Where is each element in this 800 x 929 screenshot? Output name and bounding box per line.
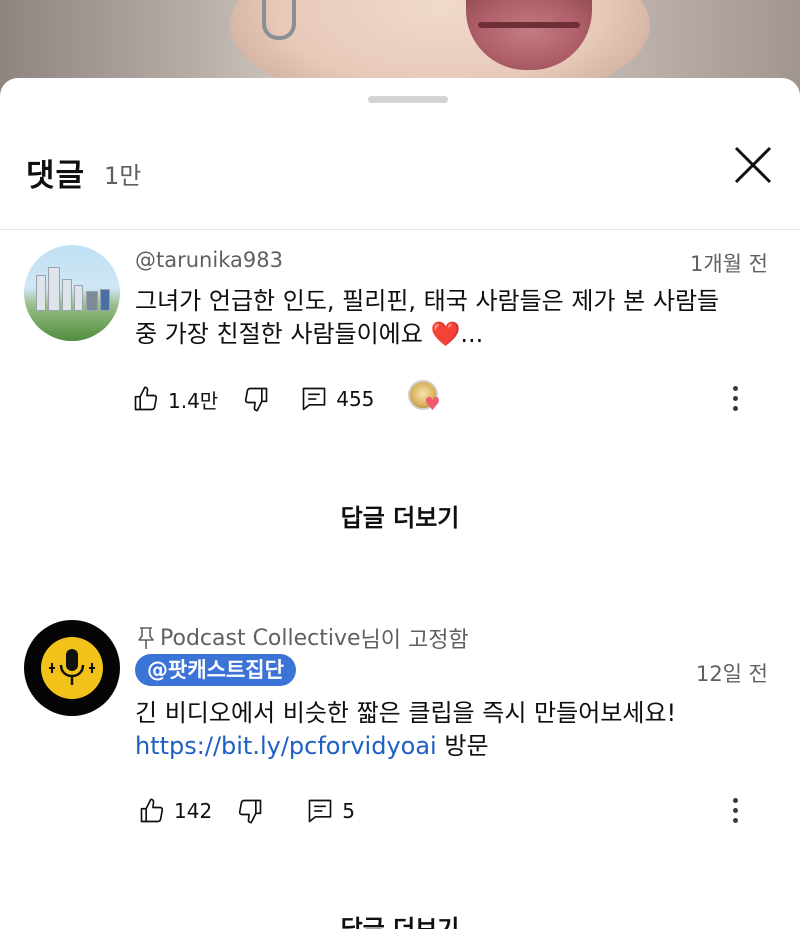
reply-button[interactable]: 455 [300, 385, 374, 413]
thumbs-down-icon [239, 799, 262, 824]
pinned-label: Podcast Collective 님이 고정함 [135, 622, 469, 654]
comment-text-line: 중 가장 친절한 사람들이에요 ❤️... [135, 320, 484, 348]
creator-heart-badge: ♥ [408, 380, 446, 418]
comment-timestamp: 12일 전 [695, 662, 768, 686]
comment-actions: 142 5 [138, 794, 355, 828]
pinned-by-suffix: 님이 고정함 [360, 628, 469, 653]
comment-text-line: 그녀가 언급한 인도, 필리핀, 태국 사람들은 제가 본 사람들 [135, 287, 720, 315]
more-options-button[interactable] [725, 379, 745, 419]
comment-text-line: https://bit.ly/pcforvidyoai 방문 [135, 732, 489, 760]
comments-sheet: 댓글 1만 @tarunika983 1개월 전 그녀가 언급한 인도, 필리핀… [0, 78, 800, 929]
like-button[interactable]: 142 [138, 797, 212, 825]
comment-author[interactable]: @tarunika983 [135, 248, 283, 272]
comment-text[interactable]: 긴 비디오에서 비슷한 짧은 클립을 즉시 만들어보세요! https://bi… [135, 697, 775, 763]
view-replies-button[interactable]: 답글 더보기 [0, 498, 800, 533]
pin-icon [138, 627, 154, 649]
heart-emoji: ❤️ [430, 320, 461, 348]
pinned-by-name: Podcast Collective [160, 625, 361, 651]
comment-text-line: 긴 비디오에서 비슷한 짧은 클립을 즉시 만들어보세요! [135, 699, 677, 727]
comments-count: 1만 [104, 162, 142, 190]
thumbs-down-icon [245, 387, 268, 412]
thumbs-up-icon [140, 798, 164, 823]
comment-text[interactable]: 그녀가 언급한 인도, 필리핀, 태국 사람들은 제가 본 사람들 중 가장 친… [135, 285, 775, 351]
creator-handle-chip[interactable]: @팟캐스트집단 [135, 654, 296, 686]
close-button[interactable] [728, 140, 778, 190]
podcast-logo [41, 637, 103, 699]
dislike-button[interactable] [236, 797, 264, 825]
close-icon [734, 146, 772, 184]
like-count: 1.4만 [168, 388, 219, 413]
thumbs-up-icon [134, 386, 158, 411]
reply-button[interactable]: 5 [306, 797, 355, 825]
view-replies-button[interactable]: 답글 더보기 [0, 909, 800, 929]
microphone-icon [49, 649, 95, 685]
avatar[interactable] [24, 245, 120, 341]
comment-icon [302, 387, 326, 411]
like-button[interactable]: 1.4만 [132, 385, 218, 414]
reply-count: 5 [342, 799, 355, 823]
comment-icon [308, 799, 332, 823]
comment-timestamp: 1개월 전 [690, 252, 768, 276]
comments-header: 댓글 1만 [0, 126, 800, 230]
like-count: 142 [174, 799, 213, 823]
avatar[interactable] [24, 620, 120, 716]
comment-actions: 1.4만 455 ♥ [132, 380, 446, 418]
read-more-ellipsis[interactable]: ... [460, 320, 483, 348]
reply-count: 455 [336, 387, 375, 411]
dislike-button[interactable] [242, 385, 270, 413]
more-options-button[interactable] [725, 791, 745, 831]
heart-icon: ♥ [424, 394, 441, 415]
video-earring [262, 0, 296, 40]
comment-link[interactable]: https://bit.ly/pcforvidyoai [135, 732, 437, 760]
comments-title: 댓글 [26, 158, 86, 194]
drag-handle[interactable] [368, 96, 448, 103]
